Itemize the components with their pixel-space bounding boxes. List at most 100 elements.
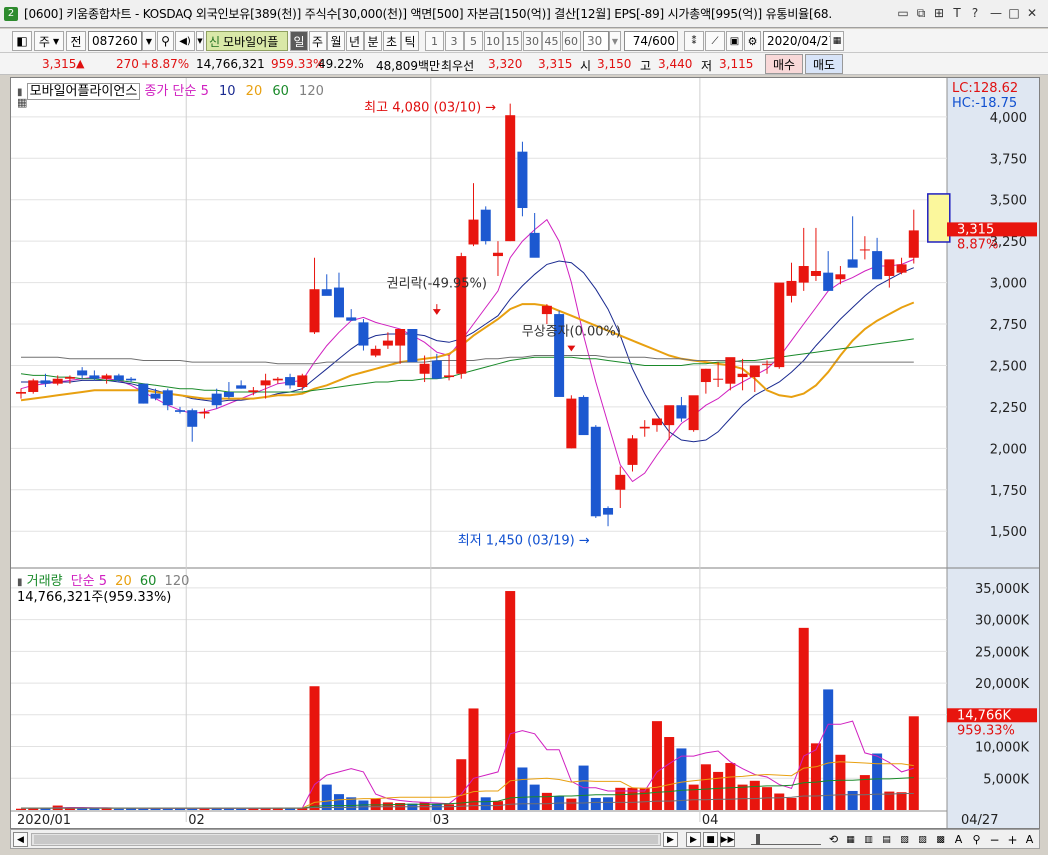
scroll-right-icon[interactable]: ▶ — [663, 832, 678, 847]
period-select[interactable]: 주 ▼ — [34, 31, 64, 51]
volume-tick-label: 5,000K — [983, 772, 1029, 787]
period-tab-6[interactable]: 틱 — [401, 31, 419, 51]
volume-bar — [786, 797, 797, 810]
save-icon[interactable]: ▣ — [726, 31, 743, 51]
zoom-slider-handle[interactable] — [756, 834, 760, 845]
volume-bar — [566, 798, 577, 810]
legend-stock-name[interactable]: 모바일어플라이언스 — [26, 83, 141, 100]
date-input[interactable]: 2020/04/27 — [763, 31, 836, 51]
candle-body — [40, 380, 51, 384]
candle-body — [505, 115, 516, 242]
speaker-dropdown-icon[interactable]: ▼ — [196, 31, 204, 51]
close-icon[interactable]: ✕ — [1024, 5, 1040, 21]
volume-bar — [370, 798, 381, 810]
maximize-icon[interactable]: □ — [1006, 5, 1022, 21]
stock-code-input[interactable]: 087260 — [88, 31, 142, 51]
interval-button-15[interactable]: 15 — [503, 31, 522, 51]
candle-body — [101, 375, 112, 379]
interval-button-45[interactable]: 45 — [542, 31, 561, 51]
volume-bar — [382, 802, 393, 810]
code-dropdown-icon[interactable]: ▼ — [142, 31, 156, 51]
stock-name-field[interactable]: 신 모바일어플 — [206, 31, 288, 51]
play-icon[interactable]: ▶ — [686, 832, 701, 847]
sync-icon[interactable]: ⟲ — [826, 832, 841, 847]
candle-body — [297, 375, 308, 388]
minimize-to-tray-icon[interactable]: ▭ — [895, 5, 911, 21]
chart-view-5-icon[interactable]: ▨ — [915, 832, 930, 847]
best-ask: 3,320 — [488, 57, 523, 71]
scroll-track[interactable] — [31, 833, 661, 846]
link-icon[interactable]: ⊞ — [931, 5, 947, 21]
period-tab-1[interactable]: 주 — [308, 31, 327, 51]
volume-tick-label: 10,000K — [975, 741, 1029, 756]
interval-input[interactable]: 30 — [583, 31, 609, 51]
scroll-thumb[interactable] — [34, 835, 658, 844]
chart-view-6-icon[interactable]: ▩ — [933, 832, 948, 847]
period-tab-3[interactable]: 년 — [345, 31, 364, 51]
interval-button-3[interactable]: 3 — [444, 31, 464, 51]
chart-type-icon[interactable]: ◧ — [12, 31, 32, 51]
minimize-icon[interactable]: — — [988, 5, 1004, 21]
interval-button-10[interactable]: 10 — [483, 31, 503, 51]
volume-bar — [16, 808, 26, 810]
magnify-icon[interactable]: ⚲ — [969, 832, 984, 847]
interval-button-60[interactable]: 60 — [561, 31, 581, 51]
volume-bar — [737, 784, 748, 810]
interval-button-1[interactable]: 1 — [425, 31, 444, 51]
chart-view-4-icon[interactable]: ▧ — [897, 832, 912, 847]
sell-button[interactable]: 매도 — [805, 54, 843, 74]
zoom-slider[interactable] — [751, 834, 821, 845]
calendar-icon[interactable]: ▦ — [830, 31, 844, 51]
period-tab-2[interactable]: 월 — [327, 31, 345, 51]
period-tab-0[interactable]: 일 — [290, 31, 308, 51]
search-icon[interactable]: ⚲ — [157, 31, 174, 51]
stock-name: 모바일어플 — [223, 34, 279, 49]
date-tick-label: 02 — [188, 813, 205, 828]
zoom-out-icon[interactable]: − — [987, 832, 1002, 847]
period-tab-5[interactable]: 초 — [382, 31, 401, 51]
help-icon[interactable]: ? — [967, 5, 983, 21]
scroll-left-icon[interactable]: ◀ — [13, 832, 28, 847]
chart-view-1-icon[interactable]: ▦ — [843, 832, 858, 847]
price-tick-label: 4,000 — [990, 111, 1027, 126]
interval-button-30[interactable]: 30 — [522, 31, 542, 51]
low-label: 저 — [701, 59, 713, 73]
interval-button-5[interactable]: 5 — [464, 31, 483, 51]
candle-body — [28, 380, 39, 392]
text-size-icon[interactable]: T — [949, 5, 965, 21]
indicator-icon[interactable]: ⁑ — [684, 31, 704, 51]
volume-bar — [774, 793, 785, 810]
prev-button[interactable]: 전 — [66, 31, 86, 51]
volume-bar — [468, 708, 479, 810]
volume-bar — [236, 808, 247, 810]
volume-bar — [810, 743, 821, 810]
interval-dropdown-icon[interactable]: ▼ — [609, 31, 621, 51]
fast-forward-icon[interactable]: ▶▶ — [720, 832, 735, 847]
period-tab-4[interactable]: 분 — [364, 31, 382, 51]
speaker-icon[interactable]: ◀) — [175, 31, 195, 51]
candle-body — [113, 375, 124, 381]
candle-body — [541, 305, 552, 315]
chart-toolbar: ◧ 주 ▼ 전 087260 ▼ ⚲ ◀) ▼ 신 모바일어플 일주월년분초틱 1… — [0, 29, 1048, 53]
stock-chart[interactable]: 1,5001,7502,0002,2502,5002,7503,0003,250… — [11, 78, 1039, 828]
chart-view-2-icon[interactable]: ▥ — [861, 832, 876, 847]
candle-body — [285, 377, 296, 386]
grid-table-icon[interactable]: ▦ — [17, 96, 27, 109]
text-tool-icon[interactable]: A — [951, 832, 966, 847]
zoom-in-icon[interactable]: + — [1005, 832, 1020, 847]
data-count-field[interactable]: 74/600 — [624, 31, 678, 51]
candle-body — [737, 373, 748, 378]
volume-info: 14,766,321주(959.33%) — [17, 590, 172, 605]
candle-body — [798, 266, 809, 283]
trend-line-icon[interactable]: ⟋ — [705, 31, 725, 51]
candle-body — [713, 378, 724, 380]
triangle-tool-icon[interactable]: A — [1022, 832, 1037, 847]
gear-icon[interactable]: ⚙ — [744, 31, 761, 51]
candle-body — [419, 363, 430, 374]
chart-view-3-icon[interactable]: ▤ — [879, 832, 894, 847]
buy-button[interactable]: 매수 — [765, 54, 803, 74]
chart-area[interactable]: 1,500 1,750 2,000 2,250 2,500 2,750 3,000 3,250… — [10, 77, 1040, 829]
restore-icon[interactable]: ⧉ — [913, 5, 929, 21]
stop-icon[interactable]: ■ — [703, 832, 718, 847]
volume-bar — [835, 754, 846, 810]
